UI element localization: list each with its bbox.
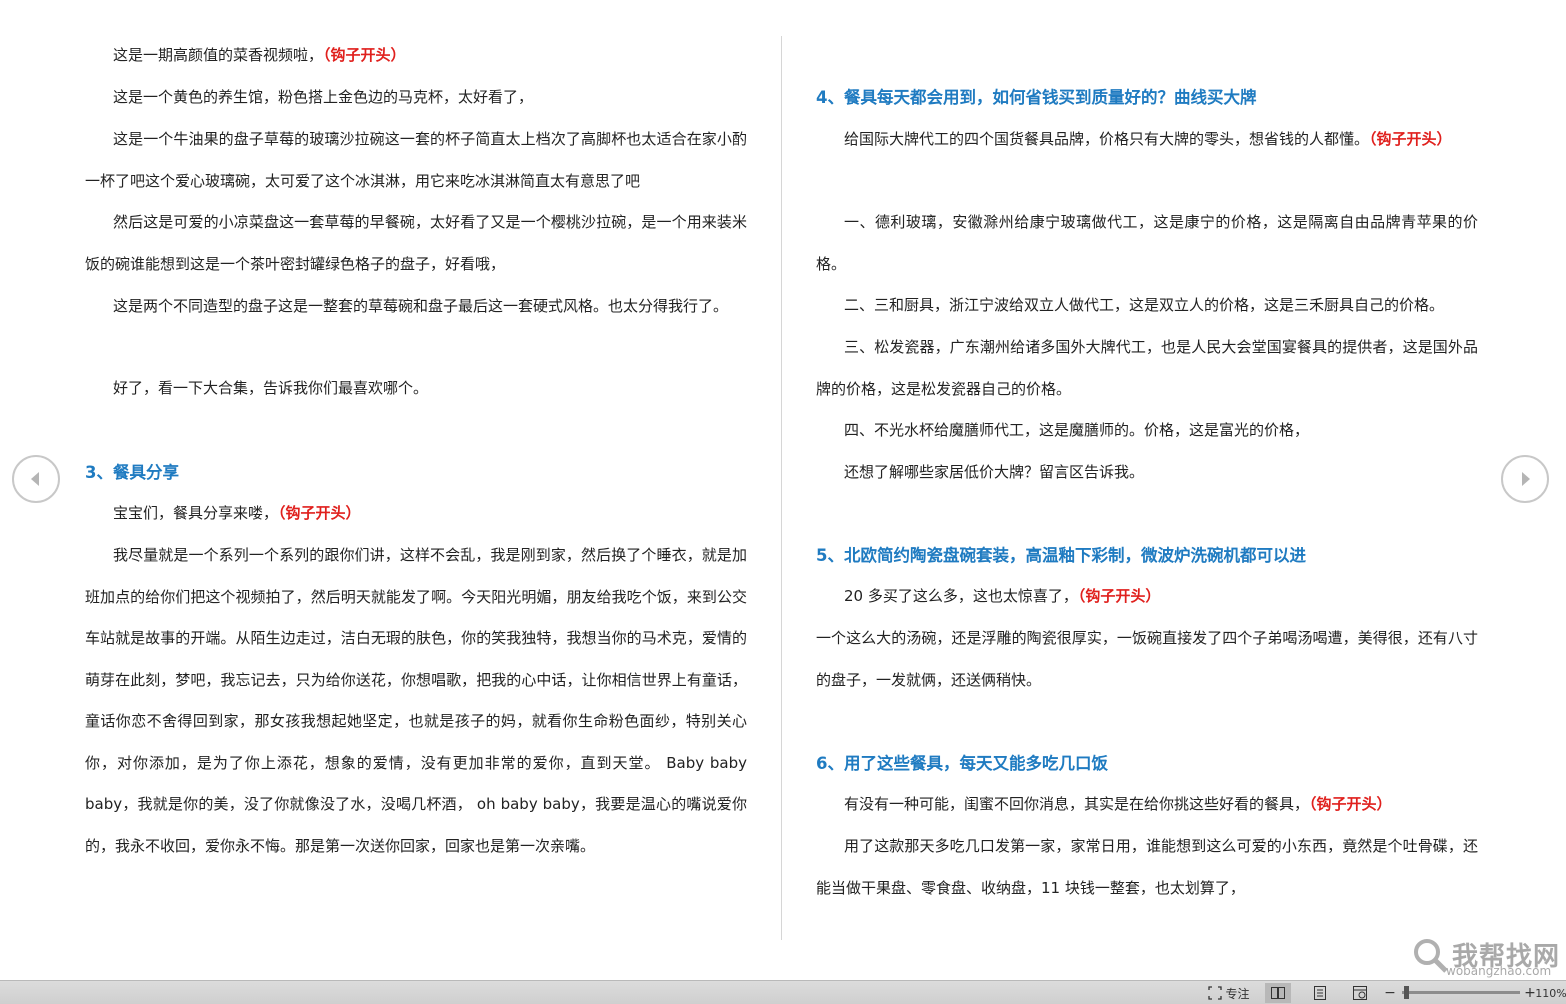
watermark-url: wobangzhao.com [1446, 964, 1552, 978]
zoom-out-button[interactable]: − [1383, 983, 1397, 1003]
paragraph: 三、松发瓷器，广东潮州给诸多国外大牌代工，也是人民大会堂国宴餐具的提供者，这是国… [816, 338, 1478, 398]
hook-label: （钩子开头） [278, 504, 361, 522]
status-bar: 专注 − + 110% [0, 980, 1566, 1004]
document-viewer: 这是一期高颜值的菜香视频啦，（钩子开头） 这是一个黄色的养生馆，粉色搭上金色边的… [0, 0, 1566, 1004]
magnifier-icon [1414, 939, 1448, 973]
focus-label: 专注 [1225, 986, 1250, 1001]
section-heading-6: 6、用了这些餐具，每天又能多吃几口饭 [816, 754, 1108, 773]
paragraph: 宝宝们，餐具分享来喽，（钩子开头） [85, 493, 747, 535]
section-heading-3: 3、餐具分享 [85, 463, 179, 482]
page-divider [781, 36, 782, 940]
paragraph: 给国际大牌代工的四个国货餐具品牌，价格只有大牌的零头，想省钱的人都懂。（钩子开头… [816, 119, 1478, 161]
paragraph-text: 给国际大牌代工的四个国货餐具品牌，价格只有大牌的零头，想省钱的人都懂。 [844, 130, 1370, 148]
hook-label: （钩子开头） [1077, 587, 1161, 605]
zoom-level[interactable]: 110% [1535, 983, 1566, 1003]
hook-label: （钩子开头） [1369, 130, 1452, 148]
paragraph: 这是一期高颜值的菜香视频啦，（钩子开头） [85, 35, 747, 77]
paragraph: 有没有一种可能，闺蜜不回你消息，其实是在给你挑这些好看的餐具，（钩子开头） [816, 784, 1478, 826]
hook-label: （钩子开头） [323, 46, 406, 64]
paragraph-text: 这是一期高颜值的菜香视频啦， [113, 46, 324, 64]
paragraph: 然后这是可爱的小凉菜盘这一套草莓的早餐碗，太好看了又是一个樱桃沙拉碗，是一个用来… [85, 213, 747, 273]
watermark: 我帮找网 wobangzhao.com [1410, 934, 1566, 980]
web-layout-button[interactable] [1347, 983, 1373, 1003]
chevron-left-icon [31, 472, 39, 486]
paragraph: 好了，看一下大合集，告诉我你们最喜欢哪个。 [113, 379, 429, 397]
paragraph-text: 宝宝们，餐具分享来喽， [113, 504, 279, 522]
paragraph-text: 有没有一种可能，闺蜜不回你消息，其实是在给你挑这些好看的餐具， [844, 795, 1310, 813]
print-layout-button[interactable] [1307, 983, 1333, 1003]
focus-mode-button[interactable]: 专注 [1205, 983, 1253, 1003]
print-layout-icon [1314, 986, 1326, 1000]
read-mode-icon [1271, 987, 1285, 999]
paragraph: 我尽量就是一个系列一个系列的跟你们讲，这样不会乱，我是刚到家，然后换了个睡衣，就… [85, 546, 747, 855]
paragraph-text: 20 多买了这么多，这也太惊喜了， [844, 587, 1078, 605]
chevron-right-icon [1522, 472, 1530, 486]
section-heading-5: 5、北欧简约陶瓷盘碗套装，高温釉下彩制，微波炉洗碗机都可以进 [816, 546, 1306, 565]
zoom-slider-thumb[interactable] [1404, 986, 1409, 999]
paragraph: 20 多买了这么多，这也太惊喜了，（钩子开头） [816, 576, 1478, 618]
prev-page-button[interactable] [12, 455, 60, 503]
paragraph: 四、不光水杯给魔膳师代工，这是魔膳师的。价格，这是富光的价格， [844, 421, 1310, 439]
paragraph: 用了这款那天多吃几口发第一家，家常日用，谁能想到这么可爱的小东西，竟然是个吐骨碟… [816, 837, 1478, 897]
zoom-slider[interactable] [1402, 991, 1520, 994]
next-page-button[interactable] [1501, 455, 1549, 503]
paragraph: 这是一个黄色的养生馆，粉色搭上金色边的马克杯，太好看了， [113, 88, 534, 106]
section-heading-4: 4、餐具每天都会用到，如何省钱买到质量好的？曲线买大牌 [816, 88, 1257, 107]
paragraph: 一、德利玻璃，安徽滁州给康宁玻璃做代工，这是康宁的价格，这是隔离自由品牌青苹果的… [816, 213, 1478, 273]
paragraph: 还想了解哪些家居低价大牌？留言区告诉我。 [844, 463, 1145, 481]
paragraph: 这是两个不同造型的盘子这是一整套的草莓碗和盘子最后这一套硬式风格。也太分得我行了… [113, 297, 729, 315]
paragraph: 一个这么大的汤碗，还是浮雕的陶瓷很厚实，一饭碗直接发了四个子弟喝汤喝遭，美得很，… [816, 629, 1478, 689]
paragraph: 二、三和厨具，浙江宁波给双立人做代工，这是双立人的价格，这是三禾厨具自己的价格。 [844, 296, 1445, 314]
focus-icon [1208, 986, 1223, 1000]
read-mode-button[interactable] [1265, 983, 1291, 1003]
paragraph: 这是一个牛油果的盘子草莓的玻璃沙拉碗这一套的杯子简直太上档次了高脚杯也太适合在家… [85, 130, 747, 190]
zoom-in-button[interactable]: + [1524, 983, 1536, 1003]
hook-label: （钩子开头） [1309, 795, 1392, 813]
web-layout-icon [1353, 986, 1367, 1000]
